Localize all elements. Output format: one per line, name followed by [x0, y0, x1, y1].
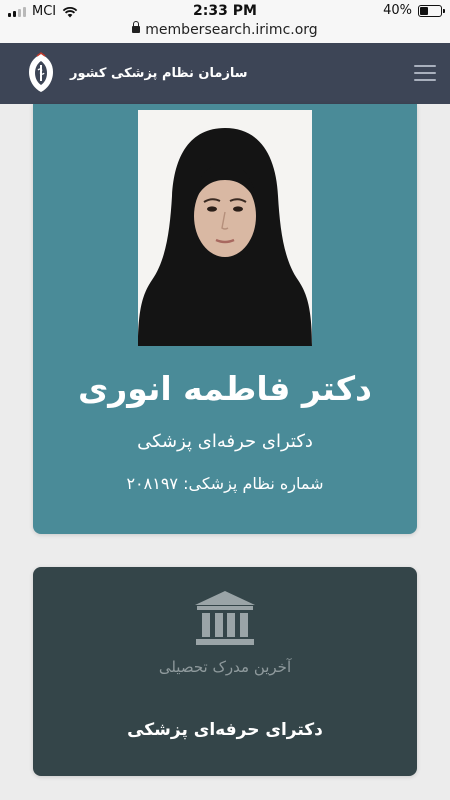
medical-council-number: شماره نظام پزشکی: ۲۰۸۱۹۷	[126, 474, 324, 493]
menu-button[interactable]	[414, 65, 436, 82]
battery-level	[420, 6, 428, 15]
status-right: 40%	[383, 3, 445, 18]
status-bar: MCI 2:33 PM 40%	[0, 0, 450, 22]
battery-percent: 40%	[383, 3, 412, 18]
profile-card: دکتر فاطمه انوری دکترای حرفه‌ای پزشکی شم…	[33, 104, 417, 534]
hamburger-icon	[414, 65, 436, 67]
battery-icon	[418, 4, 445, 17]
site-title[interactable]: سازمان نظام پزشکی کشور	[70, 43, 248, 104]
doctor-photo	[138, 110, 312, 346]
doctor-name: دکتر فاطمه انوری	[78, 369, 372, 408]
education-label: آخرین مدرک تحصیلی	[158, 658, 292, 676]
education-card: آخرین مدرک تحصیلی دکترای حرفه‌ای پزشکی	[33, 567, 417, 776]
medical-council-logo[interactable]	[25, 52, 57, 94]
site-header: سازمان نظام پزشکی کشور	[0, 43, 450, 104]
url-text: membersearch.irimc.org	[145, 22, 318, 38]
portrait-image	[138, 110, 312, 346]
education-value: دکترای حرفه‌ای پزشکی	[127, 720, 323, 740]
institution-icon	[195, 591, 255, 645]
lock-icon	[132, 20, 141, 33]
doctor-degree: دکترای حرفه‌ای پزشکی	[137, 431, 313, 452]
address-bar[interactable]: membersearch.irimc.org	[0, 20, 450, 43]
